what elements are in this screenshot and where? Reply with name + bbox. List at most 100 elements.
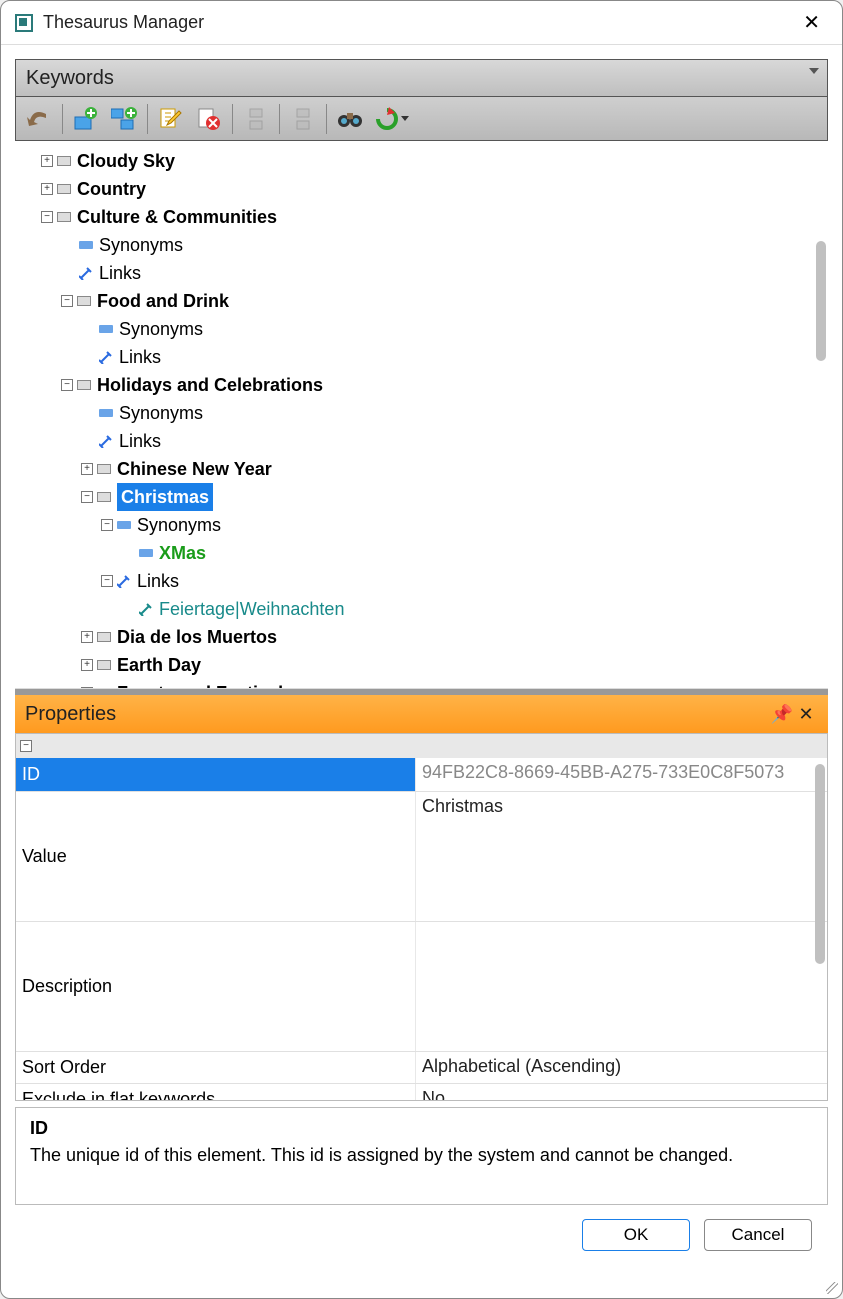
- category-row[interactable]: −: [16, 734, 827, 758]
- expand-icon[interactable]: +: [41, 155, 53, 167]
- property-name: Exclude in flat keywords: [16, 1084, 416, 1101]
- tree-item-label: Links: [99, 259, 141, 287]
- edit-icon: [159, 107, 183, 131]
- tree-item[interactable]: − Feasts and Festivals: [21, 679, 828, 689]
- properties-header: Properties 📌 ✕: [15, 695, 828, 733]
- tree-item-label: Dia de los Muertos: [117, 623, 277, 651]
- tree-item-links[interactable]: Links: [21, 259, 828, 287]
- content-area: Keywords: [1, 45, 842, 1298]
- tree-item[interactable]: − Holidays and Celebrations: [21, 371, 828, 399]
- find-button[interactable]: [333, 102, 367, 136]
- collapse-icon[interactable]: −: [81, 687, 93, 689]
- link-icon: [99, 350, 113, 364]
- expand-icon[interactable]: +: [81, 463, 93, 475]
- properties-scrollbar[interactable]: [815, 764, 825, 964]
- add-child-icon: [111, 107, 137, 131]
- toolbar-separator: [232, 104, 233, 134]
- delete-icon: [197, 107, 221, 131]
- link-icon: [139, 602, 153, 616]
- tree-scrollbar[interactable]: [816, 241, 826, 361]
- move-up-icon: [246, 107, 266, 131]
- tree-item[interactable]: − Food and Drink: [21, 287, 828, 315]
- expand-icon[interactable]: +: [81, 631, 93, 643]
- tree-item-synonyms[interactable]: Synonyms: [21, 231, 828, 259]
- property-row-id[interactable]: ID 94FB22C8-8669-45BB-A275-733E0C8F5073: [16, 758, 827, 792]
- refresh-button[interactable]: [371, 102, 413, 136]
- move-up-button[interactable]: [239, 102, 273, 136]
- collapse-icon[interactable]: −: [101, 519, 113, 531]
- chevron-down-icon: [401, 116, 409, 121]
- tree-item-label: Links: [137, 567, 179, 595]
- app-icon: [15, 14, 33, 32]
- chevron-down-icon: [809, 68, 819, 74]
- tree-item[interactable]: + Country: [21, 175, 828, 203]
- add-child-button[interactable]: [107, 102, 141, 136]
- tree-item-links[interactable]: Links: [21, 427, 828, 455]
- property-row-description[interactable]: Description: [16, 922, 827, 1052]
- tree-item-label: Links: [119, 343, 161, 371]
- collapse-icon[interactable]: −: [101, 575, 113, 587]
- tree-item[interactable]: + Earth Day: [21, 651, 828, 679]
- link-icon: [117, 574, 131, 588]
- ok-button[interactable]: OK: [582, 1219, 690, 1251]
- collapse-icon[interactable]: −: [61, 379, 73, 391]
- undo-button[interactable]: [22, 102, 56, 136]
- tree-item[interactable]: + Chinese New Year: [21, 455, 828, 483]
- add-sibling-button[interactable]: [69, 102, 103, 136]
- tree-item-label: Synonyms: [119, 399, 203, 427]
- properties-grid[interactable]: − ID 94FB22C8-8669-45BB-A275-733E0C8F507…: [15, 733, 828, 1101]
- keyword-icon: [57, 212, 71, 222]
- property-value: No: [416, 1084, 827, 1101]
- tree-item[interactable]: − Culture & Communities: [21, 203, 828, 231]
- synonym-icon: [139, 549, 153, 557]
- property-row-sort-order[interactable]: Sort Order Alphabetical (Ascending): [16, 1052, 827, 1084]
- delete-button[interactable]: [192, 102, 226, 136]
- expand-icon[interactable]: +: [81, 659, 93, 671]
- link-icon: [79, 266, 93, 280]
- toolbar-separator: [62, 104, 63, 134]
- tree-item[interactable]: + Cloudy Sky: [21, 147, 828, 175]
- thesaurus-selector-combo[interactable]: Keywords: [15, 59, 828, 97]
- tree-item-synonyms[interactable]: − Synonyms: [21, 511, 828, 539]
- binoculars-icon: [337, 109, 363, 129]
- cancel-button[interactable]: Cancel: [704, 1219, 812, 1251]
- edit-button[interactable]: [154, 102, 188, 136]
- tree-item-label: XMas: [159, 539, 206, 567]
- tree-item-link-value[interactable]: Feiertage|Weihnachten: [21, 595, 828, 623]
- resize-grip-icon[interactable]: [826, 1282, 838, 1294]
- collapse-icon[interactable]: −: [81, 491, 93, 503]
- tree-item-selected[interactable]: − Christmas: [21, 483, 828, 511]
- property-help-box: ID The unique id of this element. This i…: [15, 1107, 828, 1205]
- window-title: Thesaurus Manager: [43, 12, 204, 33]
- properties-panel: Properties 📌 ✕ − ID 94FB22C8-8669-45BB-A…: [15, 695, 828, 1205]
- property-row-exclude-flat[interactable]: Exclude in flat keywords No: [16, 1084, 827, 1101]
- add-sibling-icon: [73, 107, 99, 131]
- tree-item-label: Feiertage|Weihnachten: [159, 595, 344, 623]
- collapse-icon[interactable]: −: [61, 295, 73, 307]
- tree-item-links[interactable]: Links: [21, 343, 828, 371]
- collapse-icon[interactable]: −: [20, 740, 32, 752]
- undo-icon: [26, 110, 52, 128]
- collapse-icon[interactable]: −: [41, 211, 53, 223]
- expand-icon[interactable]: +: [41, 183, 53, 195]
- tree-item-synonyms[interactable]: Synonyms: [21, 399, 828, 427]
- close-panel-icon[interactable]: ✕: [794, 704, 818, 725]
- property-name: ID: [16, 758, 416, 791]
- tree-item-synonyms[interactable]: Synonyms: [21, 315, 828, 343]
- tree-item-synonym-value[interactable]: XMas: [21, 539, 828, 567]
- tree-item[interactable]: + Dia de los Muertos: [21, 623, 828, 651]
- tree-item-label: Synonyms: [119, 315, 203, 343]
- tree-item-label: Earth Day: [117, 651, 201, 679]
- keyword-icon: [97, 632, 111, 642]
- refresh-icon: [375, 107, 399, 131]
- tree-item-label: Culture & Communities: [77, 203, 277, 231]
- tree-item-links[interactable]: − Links: [21, 567, 828, 595]
- tree-item-label: Chinese New Year: [117, 455, 272, 483]
- property-value: 94FB22C8-8669-45BB-A275-733E0C8F5073: [416, 758, 827, 791]
- pin-icon[interactable]: 📌: [770, 704, 794, 725]
- tree-view[interactable]: + Cloudy Sky + Country − Culture & Commu…: [15, 141, 828, 689]
- synonym-icon: [79, 241, 93, 249]
- close-icon[interactable]: ✕: [795, 6, 828, 39]
- property-row-value[interactable]: Value Christmas: [16, 792, 827, 922]
- move-down-button[interactable]: [286, 102, 320, 136]
